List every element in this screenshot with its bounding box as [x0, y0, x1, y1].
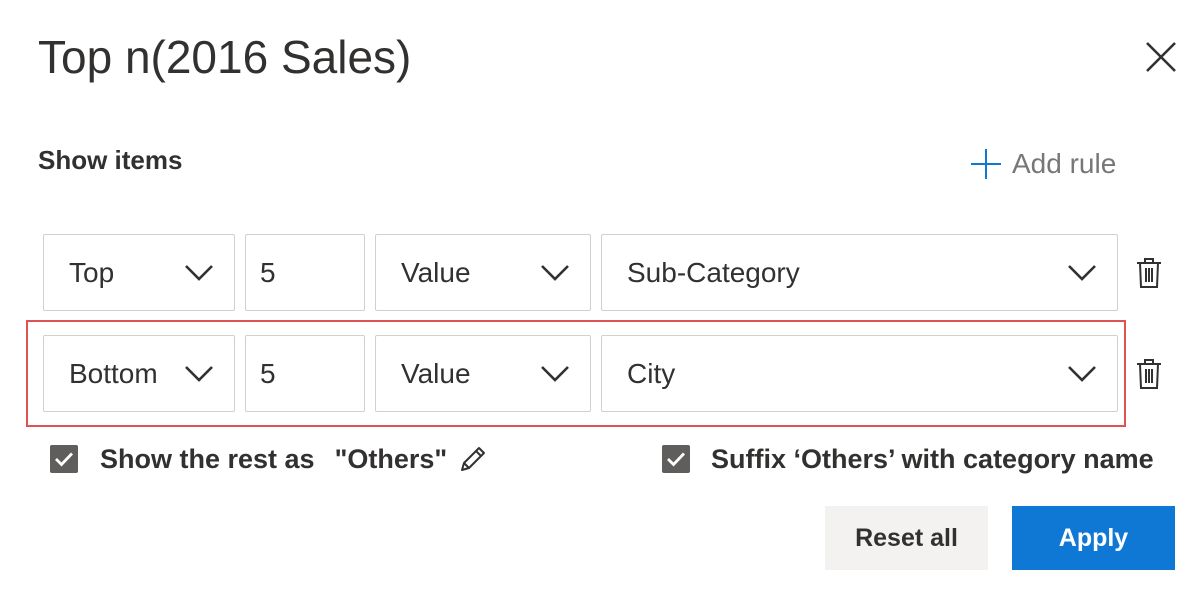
rule-2-measure-value: Value	[401, 357, 471, 389]
rule-1-field-value: Sub-Category	[627, 256, 800, 288]
rule-1-field-dropdown[interactable]: Sub-Category	[601, 234, 1118, 311]
suffix-others-label: Suffix ‘Others’ with category name	[711, 443, 1154, 474]
rule-2-direction-dropdown[interactable]: Bottom	[43, 335, 235, 412]
chevron-down-icon	[184, 262, 214, 284]
rule-1-direction-dropdown[interactable]: Top	[43, 234, 235, 311]
rule-1-delete-button[interactable]	[1134, 255, 1164, 291]
trash-icon	[1137, 359, 1161, 389]
others-name-value: "Others"	[334, 443, 448, 474]
pencil-icon[interactable]	[457, 443, 489, 475]
section-label: Show items	[38, 145, 183, 175]
reset-all-button[interactable]: Reset all	[825, 506, 988, 570]
add-rule-button[interactable]: Add rule	[970, 144, 1116, 184]
chevron-down-icon	[540, 363, 570, 385]
plus-icon	[971, 149, 1001, 179]
rule-1-measure-value: Value	[401, 256, 471, 288]
rule-1-count-value: 5	[260, 256, 276, 288]
add-rule-label: Add rule	[1012, 148, 1117, 179]
rule-2-field-value: City	[627, 357, 676, 389]
chevron-down-icon	[184, 363, 214, 385]
trash-icon	[1137, 258, 1161, 288]
suffix-others-option: Suffix ‘Others’ with category name	[662, 440, 1154, 478]
close-icon	[1146, 42, 1176, 72]
rule-2-direction-value: Bottom	[69, 357, 158, 389]
checkmark-icon	[55, 452, 74, 467]
rule-2-field-dropdown[interactable]: City	[601, 335, 1118, 412]
rule-2-count-input[interactable]: 5	[245, 335, 365, 412]
rule-2-count-value: 5	[260, 357, 276, 389]
chevron-down-icon	[540, 262, 570, 284]
rule-1-measure-dropdown[interactable]: Value	[375, 234, 591, 311]
show-rest-checkbox[interactable]	[50, 445, 78, 473]
rule-1-direction-value: Top	[69, 256, 115, 288]
close-button[interactable]	[1140, 36, 1182, 78]
show-rest-label: Show the rest as	[100, 443, 315, 474]
checkmark-icon	[667, 452, 686, 467]
rule-1-count-input[interactable]: 5	[245, 234, 365, 311]
chevron-down-icon	[1067, 363, 1097, 385]
apply-button[interactable]: Apply	[1012, 506, 1175, 570]
suffix-others-checkbox[interactable]	[662, 445, 690, 473]
dialog-title: Top n(2016 Sales)	[38, 31, 412, 83]
rule-2-delete-button[interactable]	[1134, 356, 1164, 392]
chevron-down-icon	[1067, 262, 1097, 284]
rule-2-measure-dropdown[interactable]: Value	[375, 335, 591, 412]
show-rest-option: Show the rest as "Others"	[50, 440, 489, 478]
